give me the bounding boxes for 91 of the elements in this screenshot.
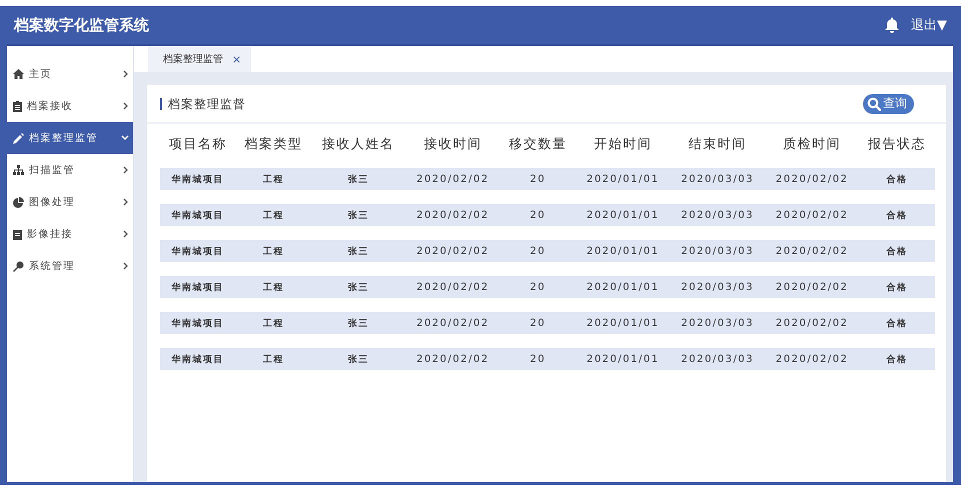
table-cell: 合格 (859, 276, 935, 298)
table-cell: 张三 (311, 168, 406, 190)
chevron-down-icon (121, 135, 129, 141)
sidebar-item[interactable]: 图像处理 (7, 186, 133, 218)
table-cell: 20 (500, 240, 576, 262)
table-cell: 工程 (236, 276, 312, 298)
table-cell: 合格 (859, 348, 935, 370)
table-cell: 2020/02/02 (405, 276, 500, 298)
table-cell: 2020/02/02 (405, 204, 500, 226)
bell-icon[interactable] (885, 17, 899, 33)
table-cell: 2020/03/03 (670, 276, 765, 298)
chevron-right-icon (123, 198, 129, 206)
app-title: 档案数字化监管系统 (14, 16, 150, 34)
sidebar-item[interactable]: 系统管理 (7, 250, 133, 282)
table-cell: 2020/02/02 (764, 168, 860, 190)
chevron-right-icon (123, 262, 129, 270)
home-icon (13, 69, 24, 79)
table-cell: 合格 (859, 204, 935, 226)
table-cell: 张三 (311, 312, 406, 334)
table-cell: 合格 (859, 240, 935, 262)
table-cell: 华南城项目 (160, 168, 236, 190)
column-header: 报告状态 (867, 136, 928, 154)
table-cell: 工程 (236, 312, 312, 334)
close-icon[interactable]: × (232, 52, 242, 66)
table-cell: 2020/01/01 (576, 168, 670, 190)
table-cell: 张三 (311, 204, 406, 226)
table-cell: 张三 (311, 240, 406, 262)
table-cell: 20 (500, 312, 576, 334)
table-cell: 华南城项目 (160, 348, 236, 370)
sidebar-item[interactable]: 主页 (7, 58, 133, 90)
table-cell: 2020/03/03 (670, 168, 765, 190)
table-cell: 2020/01/01 (576, 276, 670, 298)
chevron-right-icon (123, 102, 129, 110)
table-cell: 2020/02/02 (764, 312, 860, 334)
logout-menu[interactable]: 退出▼ (911, 16, 947, 34)
table-cell: 20 (500, 348, 576, 370)
table-cell: 2020/02/02 (405, 168, 500, 190)
table-cell: 合格 (859, 312, 935, 334)
table-cell: 2020/01/01 (576, 204, 670, 226)
table-cell: 张三 (311, 276, 406, 298)
column-header: 项目名称 (168, 136, 228, 154)
column-header: 接收人姓名 (321, 136, 396, 154)
key-icon (13, 260, 24, 272)
table-cell: 2020/03/03 (670, 312, 765, 334)
table-cell: 华南城项目 (160, 240, 236, 262)
table-cell: 2020/03/03 (670, 240, 765, 262)
table-cell: 工程 (236, 204, 312, 226)
table-cell: 2020/03/03 (670, 204, 765, 226)
pencil-icon (13, 132, 24, 144)
table-cell: 2020/02/02 (405, 312, 500, 334)
table-cell: 合格 (859, 168, 935, 190)
column-header: 质检时间 (782, 136, 842, 154)
pie-chart-icon (13, 196, 24, 208)
table-cell: 张三 (311, 348, 406, 370)
table-cell: 华南城项目 (160, 276, 236, 298)
chevron-right-icon (123, 230, 129, 238)
query-button[interactable]: 查询 (863, 94, 914, 114)
table-cell: 2020/02/02 (764, 348, 860, 370)
table-cell: 2020/02/02 (764, 204, 860, 226)
clipboard-icon (13, 228, 22, 240)
document-icon (13, 100, 22, 112)
table-cell: 2020/01/01 (576, 312, 670, 334)
table-cell: 2020/02/02 (764, 240, 860, 262)
column-header: 接收时间 (422, 136, 483, 154)
column-header: 移交数量 (508, 136, 568, 154)
chevron-right-icon (123, 70, 129, 78)
table-cell: 20 (500, 168, 576, 190)
chevron-right-icon (123, 166, 129, 174)
table-cell: 2020/02/02 (405, 348, 500, 370)
hierarchy-icon (13, 165, 24, 175)
table-cell: 2020/03/03 (670, 348, 765, 370)
table-cell: 2020/02/02 (405, 240, 500, 262)
column-header: 档案类型 (243, 136, 304, 154)
table-cell: 工程 (236, 240, 312, 262)
table-cell: 20 (500, 204, 576, 226)
sidebar-item[interactable]: 档案整理监管 (7, 122, 133, 154)
table-cell: 20 (500, 276, 576, 298)
column-header: 开始时间 (592, 136, 653, 154)
sidebar-item[interactable]: 扫描监管 (7, 154, 133, 186)
table-cell: 华南城项目 (160, 204, 236, 226)
column-header: 结束时间 (688, 136, 748, 154)
table-cell: 工程 (236, 348, 312, 370)
table-cell: 2020/02/02 (764, 276, 860, 298)
search-icon (867, 96, 881, 110)
table-cell: 工程 (236, 168, 312, 190)
page-tab[interactable]: 档案整理监管 × (148, 46, 252, 72)
table-cell: 2020/01/01 (576, 348, 670, 370)
table-cell: 华南城项目 (160, 312, 236, 334)
table-cell: 2020/01/01 (576, 240, 670, 262)
sidebar-item[interactable]: 影像挂接 (7, 218, 133, 250)
sidebar-item[interactable]: 档案接收 (7, 90, 133, 122)
